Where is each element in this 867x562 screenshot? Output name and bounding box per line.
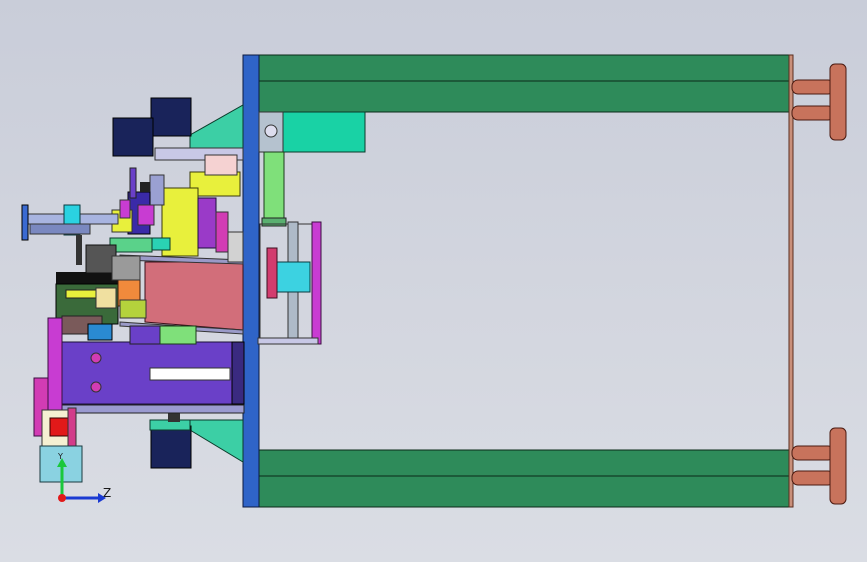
main-plate	[242, 54, 260, 508]
cad-model-viewport[interactable]	[0, 0, 867, 562]
z-axis-label: Z	[103, 486, 112, 500]
bottom-rail-lower	[257, 475, 791, 508]
flange-top-stem1	[791, 79, 835, 95]
bolt-icon	[264, 124, 278, 138]
flange-bot-disc	[829, 427, 847, 505]
y-axis-label: Y	[58, 452, 63, 461]
top-rail-upper	[257, 54, 791, 82]
flange-top-disc	[829, 63, 847, 141]
pink-funnel	[144, 261, 244, 331]
upper-mechanism	[109, 147, 244, 263]
bottom-rail-upper	[257, 449, 791, 477]
bracket-top	[189, 104, 244, 151]
green-cylinder	[263, 151, 285, 223]
red-block	[49, 417, 69, 437]
motor-top-left	[112, 117, 154, 157]
slot	[149, 367, 231, 381]
purple-body	[61, 341, 245, 414]
motor-bottom	[150, 425, 192, 469]
teal-block	[282, 111, 366, 153]
copper-flanges	[791, 63, 847, 505]
pink-stop	[266, 247, 278, 299]
inner-assembly	[257, 111, 366, 345]
bracket-bottom	[189, 419, 244, 463]
cyan-slider	[275, 261, 311, 293]
motor-top-right	[150, 97, 192, 137]
flange-bot-stem2	[791, 470, 835, 486]
origin-icon	[58, 494, 66, 502]
end-plate	[788, 54, 794, 508]
hole-icon	[90, 381, 102, 393]
top-rail-lower	[257, 80, 791, 113]
flange-bot-stem1	[791, 445, 835, 461]
hole-icon	[90, 352, 102, 364]
flange-top-stem2	[791, 105, 835, 121]
